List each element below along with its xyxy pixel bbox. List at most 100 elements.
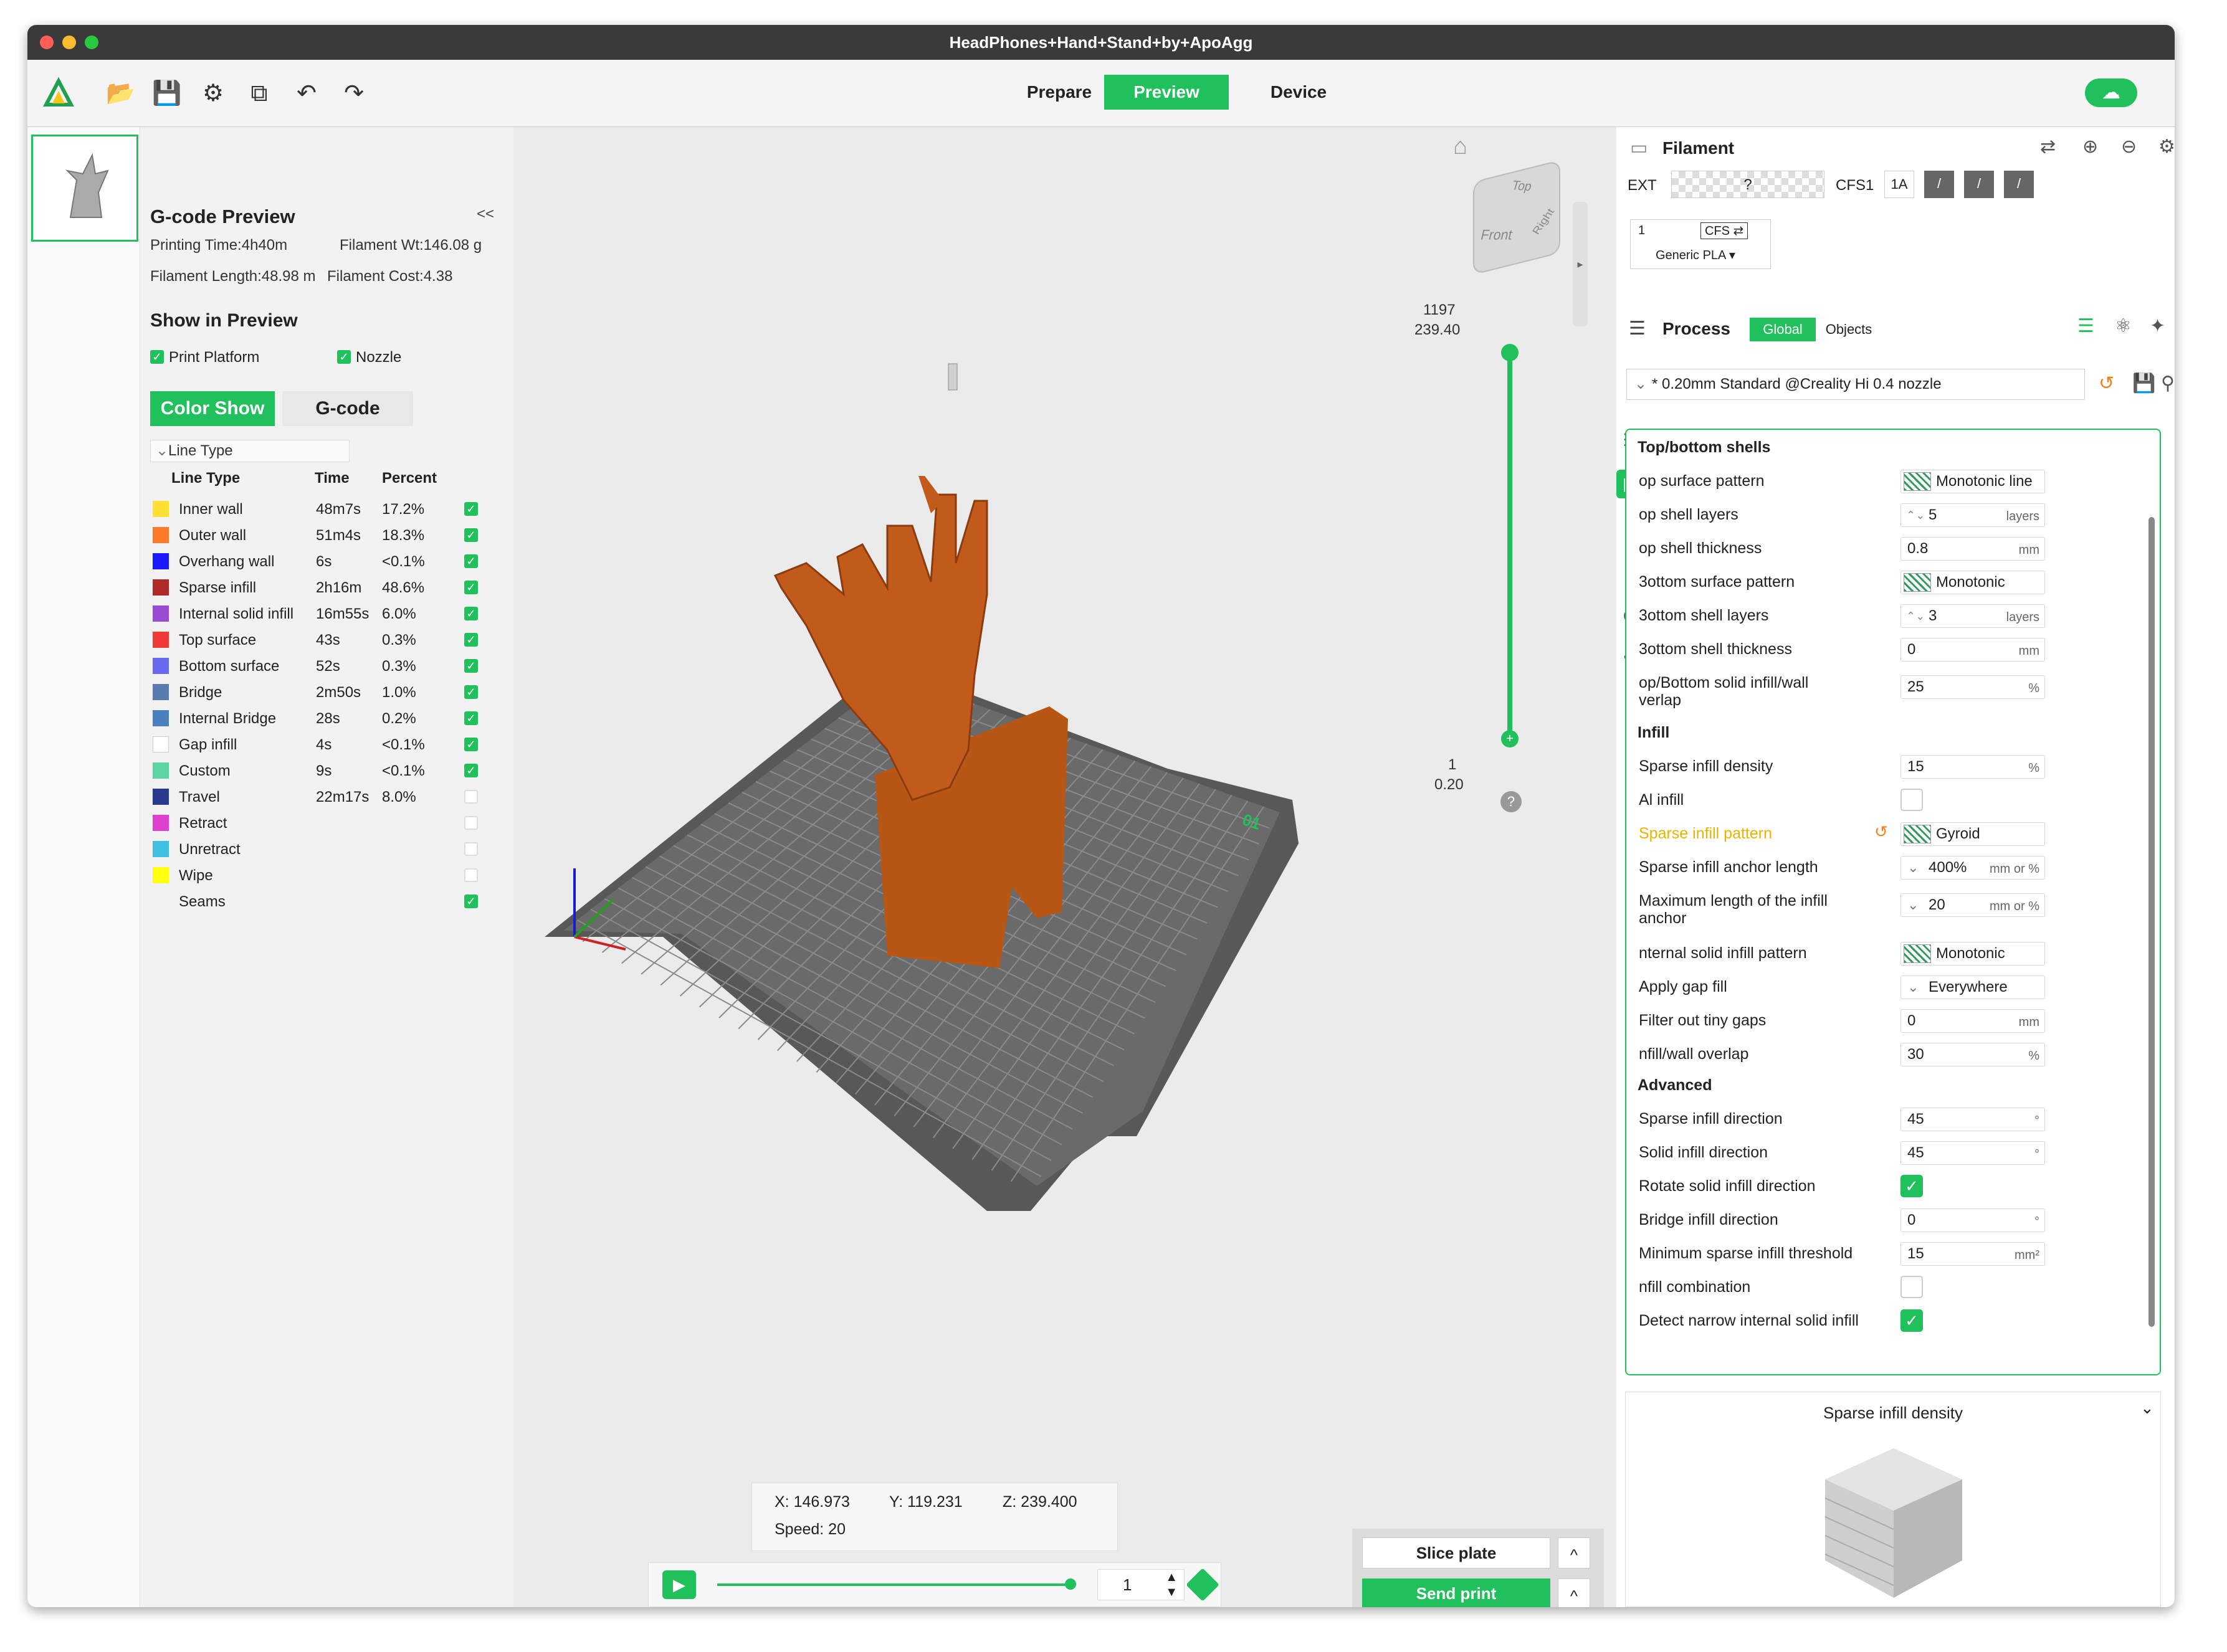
sync-filament-icon[interactable]: ⇄ bbox=[2040, 136, 2056, 158]
setting-checkbox[interactable] bbox=[1900, 789, 1923, 811]
gcode-tab[interactable]: G-code bbox=[282, 391, 413, 426]
setting-field[interactable]: Gyroid bbox=[1900, 822, 2045, 846]
ext-filament-slot[interactable]: ? bbox=[1671, 171, 1824, 198]
setting-field[interactable]: 45 ° bbox=[1900, 1141, 2045, 1165]
line-type-visibility-checkbox[interactable]: ✓ bbox=[464, 554, 478, 568]
setting-field[interactable]: Monotonic bbox=[1900, 571, 2045, 594]
line-type-visibility-checkbox[interactable]: ✓ bbox=[464, 581, 478, 594]
reset-icon[interactable]: ↺ bbox=[2099, 373, 2114, 394]
line-type-visibility-checkbox[interactable] bbox=[464, 790, 478, 804]
save-process-icon[interactable]: 💾 bbox=[2132, 373, 2155, 394]
minimize-window-button[interactable] bbox=[62, 36, 76, 49]
play-icon[interactable]: ▶ bbox=[662, 1570, 696, 1599]
setting-field[interactable]: 30% bbox=[1900, 1043, 2045, 1066]
tab-prepare[interactable]: Prepare bbox=[997, 75, 1122, 110]
print-platform-checkbox[interactable]: ✓ bbox=[150, 350, 164, 364]
cube-right-face[interactable]: Right bbox=[1530, 207, 1557, 237]
add-filament-icon[interactable]: ⊕ bbox=[2082, 136, 2098, 158]
setting-field[interactable]: 25% bbox=[1900, 675, 2045, 699]
setting-field[interactable]: 15% bbox=[1900, 755, 2045, 779]
objects-toggle[interactable]: Objects bbox=[1816, 318, 1882, 341]
copy-icon[interactable]: ⧉ bbox=[243, 77, 275, 110]
chevron-down-icon[interactable]: ⌄ bbox=[1907, 894, 1919, 916]
send-print-button[interactable]: Send print bbox=[1362, 1578, 1550, 1607]
line-type-visibility-checkbox[interactable] bbox=[464, 868, 478, 882]
logo-icon[interactable] bbox=[42, 77, 75, 110]
filament-slot-card[interactable]: 1 CFS ⇄ Generic PLA ▾ bbox=[1630, 219, 1771, 269]
global-toggle[interactable]: Global bbox=[1750, 318, 1816, 341]
line-type-visibility-checkbox[interactable]: ✓ bbox=[464, 895, 478, 908]
setting-field[interactable]: ⌄ 400% mm or % bbox=[1900, 856, 2045, 880]
link-icon[interactable]: ✦ bbox=[2150, 315, 2165, 337]
line-type-visibility-checkbox[interactable]: ✓ bbox=[464, 738, 478, 751]
setting-field[interactable]: ⌃⌄ 5 layers bbox=[1900, 503, 2045, 527]
setting-field[interactable]: 15 mm² bbox=[1900, 1242, 2045, 1266]
layer-slider-top-handle[interactable] bbox=[1501, 344, 1519, 361]
zoom-window-button[interactable] bbox=[85, 36, 98, 49]
setting-field[interactable]: ⌄ 20 mm or % bbox=[1900, 893, 2045, 917]
setting-field[interactable]: 0 mm bbox=[1900, 1009, 2045, 1033]
setting-field[interactable]: Monotonic line bbox=[1900, 470, 2045, 493]
close-window-button[interactable] bbox=[40, 36, 54, 49]
save-icon[interactable]: 💾 bbox=[151, 77, 183, 110]
layer-slider-bottom-handle[interactable]: + bbox=[1501, 730, 1519, 748]
line-type-visibility-checkbox[interactable]: ✓ bbox=[464, 685, 478, 699]
3d-viewport[interactable]: 01 ⌂ Top Front Right 1197 239.40 + 1 0.2… bbox=[513, 127, 1616, 1607]
plate-thumbnail[interactable]: 1 bbox=[31, 135, 138, 242]
process-preset-dropdown[interactable]: ⌄ * 0.20mm Standard @Creality Hi 0.4 noz… bbox=[1626, 369, 2085, 400]
line-type-dropdown[interactable]: ⌄ Line Type bbox=[150, 440, 350, 462]
cfs-badge[interactable]: CFS ⇄ bbox=[1700, 222, 1748, 239]
cube-front-face[interactable]: Front bbox=[1479, 227, 1514, 244]
undo-icon[interactable]: ↶ bbox=[290, 77, 323, 110]
layers-icon[interactable] bbox=[1186, 1568, 1219, 1602]
setting-field[interactable]: 0 ° bbox=[1900, 1208, 2045, 1232]
compare-icon[interactable]: ☰ bbox=[2077, 315, 2094, 337]
filament-type-dropdown[interactable]: Generic PLA ▾ bbox=[1656, 247, 1735, 263]
setting-field[interactable]: Monotonic bbox=[1900, 942, 2045, 966]
slice-plate-button[interactable]: Slice plate bbox=[1362, 1537, 1550, 1569]
settings-scrollbar[interactable] bbox=[2148, 517, 2155, 1327]
gcode-move-slider-handle[interactable] bbox=[1065, 1578, 1076, 1590]
help-panel-collapse-icon[interactable]: ⌄ bbox=[2140, 1398, 2154, 1418]
layer-slider-track[interactable] bbox=[1507, 351, 1512, 738]
folder-open-icon[interactable]: 📂 bbox=[105, 77, 137, 110]
line-type-visibility-checkbox[interactable]: ✓ bbox=[464, 711, 478, 725]
stepper-arrows-icon[interactable]: ▲ ▼ bbox=[1165, 1570, 1178, 1600]
search-icon[interactable]: ⚲ bbox=[2161, 373, 2175, 394]
line-type-visibility-checkbox[interactable]: ✓ bbox=[464, 764, 478, 777]
home-view-icon[interactable]: ⌂ bbox=[1453, 133, 1467, 160]
redo-icon[interactable]: ↷ bbox=[338, 77, 370, 110]
setting-field[interactable]: 0.8 mm bbox=[1900, 537, 2045, 561]
slice-options-caret[interactable]: ^ bbox=[1558, 1537, 1590, 1569]
setting-checkbox[interactable]: ✓ bbox=[1900, 1309, 1923, 1332]
setting-checkbox[interactable]: ✓ bbox=[1900, 1175, 1923, 1197]
send-options-caret[interactable]: ^ bbox=[1558, 1578, 1590, 1607]
setting-field[interactable]: 0 mm bbox=[1900, 638, 2045, 662]
line-type-visibility-checkbox[interactable]: ✓ bbox=[464, 633, 478, 647]
reset-setting-icon[interactable]: ↺ bbox=[1874, 822, 1888, 842]
color-show-tab[interactable]: Color Show bbox=[150, 391, 275, 426]
slot-3-button[interactable]: / bbox=[1964, 171, 1994, 198]
help-button[interactable]: ? bbox=[1500, 791, 1522, 812]
line-type-visibility-checkbox[interactable] bbox=[464, 842, 478, 856]
nozzle-checkbox[interactable]: ✓ bbox=[337, 350, 351, 364]
collapse-panel-button[interactable]: << bbox=[477, 206, 494, 223]
line-type-visibility-checkbox[interactable]: ✓ bbox=[464, 528, 478, 542]
spin-arrows-icon[interactable]: ⌃⌄ bbox=[1906, 605, 1925, 627]
tab-preview[interactable]: Preview bbox=[1104, 75, 1229, 110]
chevron-down-icon[interactable]: ⌄ bbox=[1907, 976, 1919, 999]
slot-1a-button[interactable]: 1A bbox=[1884, 171, 1914, 198]
chevron-down-icon[interactable]: ⌄ bbox=[1907, 857, 1919, 879]
save-preset-icon[interactable]: ⚛ bbox=[2115, 315, 2132, 337]
move-index-stepper[interactable]: 1 ▲ ▼ bbox=[1097, 1569, 1185, 1600]
line-type-visibility-checkbox[interactable]: ✓ bbox=[464, 659, 478, 673]
line-type-visibility-checkbox[interactable]: ✓ bbox=[464, 607, 478, 620]
setting-checkbox[interactable] bbox=[1900, 1276, 1923, 1298]
filament-settings-icon[interactable]: ⚙ bbox=[2158, 136, 2175, 158]
gcode-move-slider[interactable] bbox=[717, 1583, 1072, 1586]
cube-top-face[interactable]: Top bbox=[1510, 178, 1533, 194]
setting-field[interactable]: 45 ° bbox=[1900, 1108, 2045, 1131]
line-type-visibility-checkbox[interactable]: ✓ bbox=[464, 502, 478, 516]
setting-field[interactable]: ⌃⌄ 3 layers bbox=[1900, 604, 2045, 628]
gear-icon[interactable]: ⚙ bbox=[197, 77, 229, 110]
